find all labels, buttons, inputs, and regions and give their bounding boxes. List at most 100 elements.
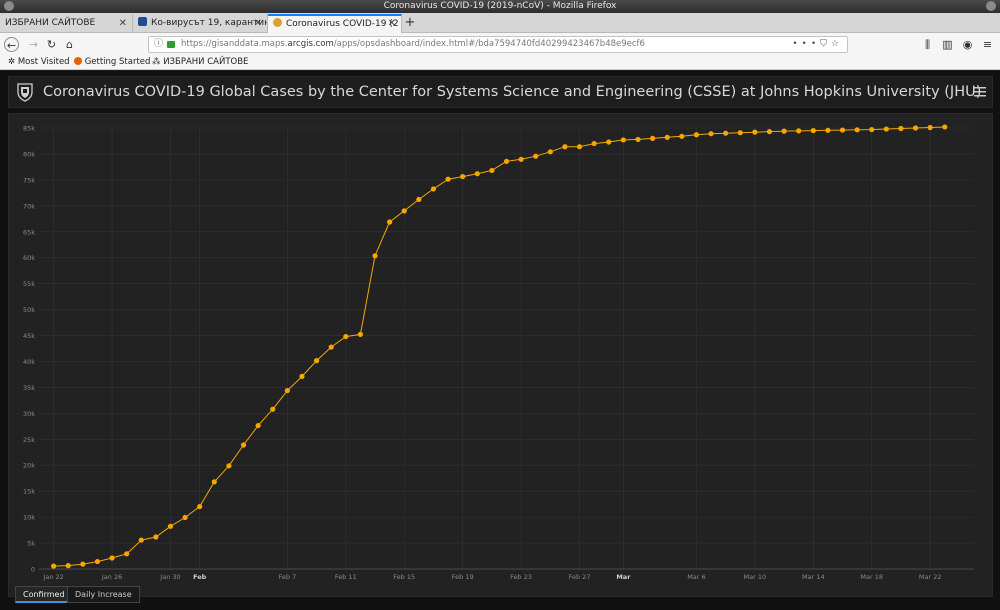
data-point[interactable] (387, 219, 393, 225)
reload-button[interactable]: ↻ (44, 37, 59, 52)
close-icon[interactable]: ✕ (119, 14, 127, 33)
data-point[interactable] (737, 130, 743, 136)
data-point[interactable] (664, 134, 670, 140)
data-point[interactable] (240, 442, 247, 448)
tab-ko-virus[interactable]: Ко-вирусът 19, карантин ✕ (133, 14, 268, 33)
data-point[interactable] (197, 503, 203, 510)
data-point[interactable] (591, 140, 597, 147)
account-icon[interactable]: ◉ (960, 37, 975, 52)
data-point[interactable] (927, 124, 933, 131)
data-point[interactable] (547, 149, 553, 155)
tab-daily-increase[interactable]: Daily Increase (67, 586, 140, 603)
close-icon[interactable]: ✕ (388, 16, 396, 32)
data-point[interactable] (343, 333, 349, 340)
data-point[interactable] (810, 127, 816, 134)
home-button[interactable]: ⌂ (62, 37, 77, 52)
data-point[interactable] (839, 127, 846, 133)
back-button[interactable]: ← (4, 37, 19, 52)
library-icon[interactable]: ⫼ (920, 37, 935, 52)
data-point[interactable] (401, 208, 407, 214)
data-point[interactable] (576, 144, 583, 150)
bookmark-star-icon[interactable]: ☆ (831, 39, 843, 49)
data-point[interactable] (503, 158, 510, 164)
data-point[interactable] (124, 551, 130, 557)
confirmed-cases-line-chart[interactable]: 0 5k 10k 15k 20k 25k 30k 35k 40k 45k 50k 55k 60k 65k 7… (9, 114, 994, 598)
data-point[interactable] (752, 129, 758, 135)
data-point[interactable] (649, 135, 656, 141)
data-point[interactable] (942, 124, 948, 130)
data-point[interactable] (693, 132, 700, 138)
forward-button[interactable]: → (26, 37, 41, 52)
bookmark-izbrani-saitove[interactable]: ⁂ ИЗБРАНИ САЙТОВЕ (152, 56, 248, 69)
data-point[interactable] (94, 558, 101, 565)
x-tick-label: Feb 11 (335, 573, 357, 581)
data-point[interactable] (460, 173, 466, 180)
data-point[interactable] (679, 133, 685, 139)
x-tick-label: Feb 23 (510, 573, 532, 581)
data-point[interactable] (723, 130, 729, 136)
data-point[interactable] (255, 422, 261, 429)
bookmark-getting-started[interactable]: Getting Started (74, 56, 150, 69)
data-point[interactable] (883, 126, 889, 132)
data-point[interactable] (533, 153, 539, 159)
url-bar[interactable]: ⓘ https://gisanddata.maps.arcgis.com/app… (148, 36, 848, 53)
data-point[interactable] (912, 125, 919, 131)
data-point[interactable] (211, 479, 217, 485)
data-point[interactable] (430, 186, 437, 192)
data-point[interactable] (416, 196, 422, 203)
data-point[interactable] (284, 387, 290, 394)
data-point[interactable] (226, 463, 232, 469)
data-point[interactable] (796, 128, 802, 134)
tab-coronavirus-dashboard[interactable]: Coronavirus COVID-19 (2 ✕ (268, 14, 402, 33)
data-point[interactable] (518, 156, 524, 162)
data-point[interactable] (606, 139, 612, 145)
data-point[interactable] (620, 137, 626, 143)
data-point[interactable] (65, 563, 71, 569)
data-point[interactable] (109, 555, 115, 561)
data-point[interactable] (80, 561, 86, 567)
data-point[interactable] (357, 331, 364, 337)
page-actions-icon[interactable]: ••• (792, 39, 820, 49)
data-point[interactable] (562, 144, 568, 150)
new-tab-button[interactable]: + (402, 13, 418, 33)
data-point[interactable] (781, 128, 787, 134)
data-point[interactable] (153, 534, 159, 540)
info-icon[interactable]: ⓘ (154, 37, 163, 52)
data-point[interactable] (869, 126, 875, 133)
data-point[interactable] (182, 514, 188, 521)
data-point[interactable] (299, 373, 305, 379)
menu-icon[interactable] (974, 85, 986, 99)
sidebar-icon[interactable]: ▥ (940, 37, 955, 52)
data-point[interactable] (708, 131, 714, 137)
y-tick-label: 25k (23, 436, 35, 444)
window-title: Coronavirus COVID-19 (2019-nCoV) - Mozil… (383, 1, 617, 11)
data-point[interactable] (898, 125, 904, 132)
data-point[interactable] (51, 563, 57, 569)
data-point[interactable] (825, 127, 831, 133)
tab-label: ИЗБРАНИ САЙТОВЕ (5, 18, 96, 28)
data-point[interactable] (270, 406, 276, 412)
bookmark-most-visited[interactable]: ✲ Most Visited (8, 56, 70, 69)
tab-izbrani-saitove[interactable]: ИЗБРАНИ САЙТОВЕ ✕ (0, 14, 133, 33)
tab-confirmed[interactable]: Confirmed (15, 586, 73, 603)
data-point[interactable] (474, 171, 480, 177)
dashboard-title: Coronavirus COVID-19 Global Cases by the… (43, 84, 982, 100)
hamburger-menu-icon[interactable]: ≡ (980, 37, 995, 52)
data-point[interactable] (328, 344, 334, 350)
data-point[interactable] (372, 253, 378, 259)
window-close-icon[interactable] (986, 1, 996, 11)
data-point[interactable] (167, 523, 174, 529)
data-point[interactable] (313, 358, 320, 364)
close-icon[interactable]: ✕ (254, 14, 262, 33)
data-point[interactable] (445, 176, 451, 182)
data-point[interactable] (635, 136, 641, 143)
window-menu-icon[interactable] (4, 1, 14, 11)
data-point[interactable] (766, 129, 773, 135)
lock-icon[interactable] (167, 41, 175, 48)
pocket-icon[interactable]: ⛉ (820, 39, 831, 49)
y-tick-label: 30k (23, 410, 35, 418)
data-point[interactable] (854, 127, 860, 133)
window-titlebar: Coronavirus COVID-19 (2019-nCoV) - Mozil… (0, 0, 1000, 13)
data-point[interactable] (138, 537, 144, 543)
data-point[interactable] (489, 167, 495, 174)
